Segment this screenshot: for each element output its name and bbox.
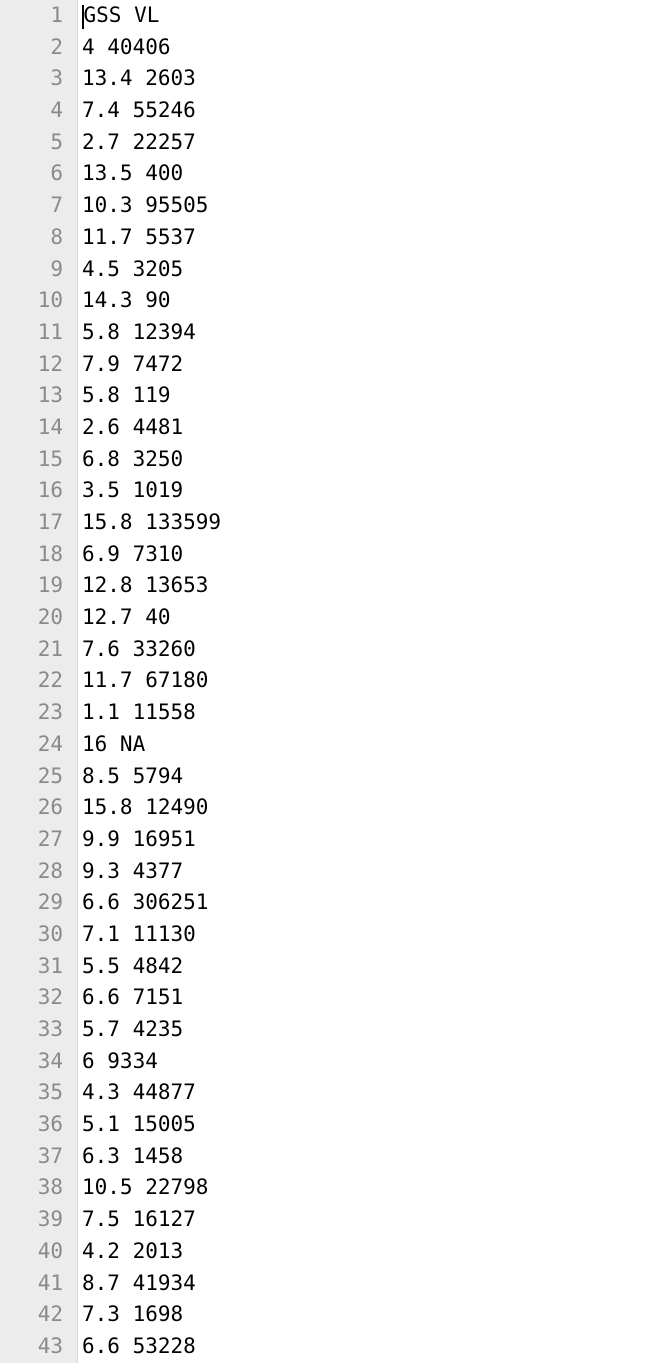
line-number: 15 [0,444,63,476]
editor-line[interactable]: 6.6 7151 [82,982,221,1014]
line-number: 26 [0,792,63,824]
editor-line[interactable]: GSS VL [82,0,221,32]
line-number: 10 [0,285,63,317]
line-number: 41 [0,1268,63,1300]
editor-line[interactable]: 12.7 40 [82,602,221,634]
line-number: 39 [0,1204,63,1236]
editor-line[interactable]: 11.7 67180 [82,665,221,697]
line-number: 40 [0,1236,63,1268]
editor-line[interactable]: 6.6 53228 [82,1331,221,1363]
line-number: 33 [0,1014,63,1046]
editor-line[interactable]: 6 9334 [82,1046,221,1078]
line-number: 7 [0,190,63,222]
editor-content[interactable]: GSS VL4 4040613.4 26037.4 552462.7 22257… [78,0,221,1363]
line-number: 43 [0,1331,63,1363]
editor-line[interactable]: 16 NA [82,729,221,761]
line-number: 4 [0,95,63,127]
line-number: 14 [0,412,63,444]
line-number: 16 [0,475,63,507]
line-number: 36 [0,1109,63,1141]
editor-line[interactable]: 9.3 4377 [82,856,221,888]
line-number: 12 [0,349,63,381]
editor-line[interactable]: 5.1 15005 [82,1109,221,1141]
line-number: 34 [0,1046,63,1078]
editor-line[interactable]: 8.5 5794 [82,761,221,793]
line-number: 38 [0,1172,63,1204]
editor-line[interactable]: 12.8 13653 [82,570,221,602]
line-number: 23 [0,697,63,729]
editor-line[interactable]: 9.9 16951 [82,824,221,856]
editor-line[interactable]: 8.7 41934 [82,1268,221,1300]
editor-line[interactable]: 6.9 7310 [82,539,221,571]
editor-line[interactable]: 7.6 33260 [82,634,221,666]
editor-line[interactable]: 5.8 12394 [82,317,221,349]
editor-line[interactable]: 7.9 7472 [82,349,221,381]
line-number: 42 [0,1299,63,1331]
editor-line[interactable]: 6.3 1458 [82,1141,221,1173]
line-number: 13 [0,380,63,412]
line-number: 35 [0,1077,63,1109]
line-number: 21 [0,634,63,666]
editor-line[interactable]: 5.5 4842 [82,951,221,983]
line-number: 37 [0,1141,63,1173]
editor-line[interactable]: 10.3 95505 [82,190,221,222]
editor-line[interactable]: 2.6 4481 [82,412,221,444]
line-number: 19 [0,570,63,602]
editor-line[interactable]: 11.7 5537 [82,222,221,254]
line-number: 2 [0,32,63,64]
line-number: 6 [0,158,63,190]
editor-line[interactable]: 4 40406 [82,32,221,64]
line-number: 18 [0,539,63,571]
editor-line[interactable]: 15.8 12490 [82,792,221,824]
editor-line[interactable]: 14.3 90 [82,285,221,317]
editor-line[interactable]: 4.3 44877 [82,1077,221,1109]
line-number: 11 [0,317,63,349]
line-number: 20 [0,602,63,634]
line-number: 29 [0,887,63,919]
line-number: 31 [0,951,63,983]
editor-line[interactable]: 7.1 11130 [82,919,221,951]
line-number: 22 [0,665,63,697]
line-number: 8 [0,222,63,254]
editor-line[interactable]: 3.5 1019 [82,475,221,507]
editor-line[interactable]: 13.5 400 [82,158,221,190]
editor-line[interactable]: 1.1 11558 [82,697,221,729]
line-number: 3 [0,63,63,95]
editor-line[interactable]: 5.8 119 [82,380,221,412]
editor-line[interactable]: 4.2 2013 [82,1236,221,1268]
line-number-gutter: 1234567891011121314151617181920212223242… [0,0,78,1363]
editor-line[interactable]: 10.5 22798 [82,1172,221,1204]
line-number: 9 [0,254,63,286]
text-cursor [82,5,84,29]
editor-line[interactable]: 13.4 2603 [82,63,221,95]
line-number: 32 [0,982,63,1014]
editor-line[interactable]: 5.7 4235 [82,1014,221,1046]
line-number: 24 [0,729,63,761]
editor-line[interactable]: 7.4 55246 [82,95,221,127]
editor-line[interactable]: 6.8 3250 [82,444,221,476]
editor-line[interactable]: 7.5 16127 [82,1204,221,1236]
editor-line[interactable]: 7.3 1698 [82,1299,221,1331]
line-number: 25 [0,761,63,793]
editor-line[interactable]: 15.8 133599 [82,507,221,539]
line-number: 17 [0,507,63,539]
line-number: 28 [0,856,63,888]
line-number: 30 [0,919,63,951]
line-number: 1 [0,0,63,32]
editor-line[interactable]: 4.5 3205 [82,254,221,286]
line-number: 27 [0,824,63,856]
editor-line[interactable]: 6.6 306251 [82,887,221,919]
line-number: 5 [0,127,63,159]
editor-line[interactable]: 2.7 22257 [82,127,221,159]
